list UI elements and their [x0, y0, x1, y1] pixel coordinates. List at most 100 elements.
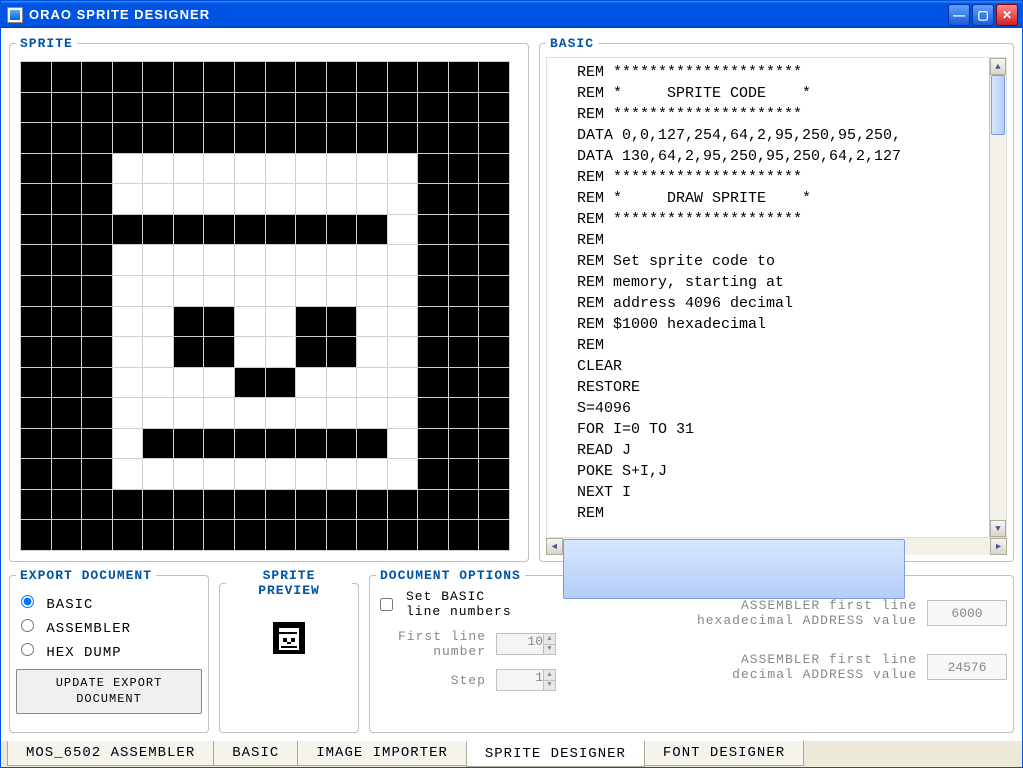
sprite-pixel[interactable]: [357, 337, 388, 368]
basic-code[interactable]: REM ********************* REM * SPRITE C…: [547, 58, 989, 537]
sprite-pixel[interactable]: [204, 337, 235, 368]
sprite-pixel[interactable]: [418, 123, 449, 154]
sprite-pixel[interactable]: [21, 275, 52, 306]
sprite-pixel[interactable]: [173, 459, 204, 490]
sprite-pixel[interactable]: [51, 428, 82, 459]
sprite-pixel[interactable]: [82, 459, 113, 490]
sprite-pixel[interactable]: [21, 489, 52, 520]
sprite-pixel[interactable]: [82, 184, 113, 215]
sprite-pixel[interactable]: [234, 92, 265, 123]
sprite-grid[interactable]: [20, 61, 510, 551]
sprite-pixel[interactable]: [448, 398, 479, 429]
sprite-pixel[interactable]: [479, 337, 510, 368]
sprite-pixel[interactable]: [387, 367, 418, 398]
sprite-pixel[interactable]: [448, 428, 479, 459]
sprite-pixel[interactable]: [265, 62, 296, 93]
sprite-pixel[interactable]: [82, 367, 113, 398]
sprite-pixel[interactable]: [173, 520, 204, 551]
sprite-pixel[interactable]: [326, 367, 357, 398]
sprite-pixel[interactable]: [265, 184, 296, 215]
sprite-pixel[interactable]: [51, 520, 82, 551]
sprite-pixel[interactable]: [143, 489, 174, 520]
scroll-down-icon[interactable]: ▼: [990, 520, 1006, 537]
sprite-pixel[interactable]: [326, 398, 357, 429]
sprite-pixel[interactable]: [82, 214, 113, 245]
sprite-pixel[interactable]: [296, 520, 327, 551]
sprite-pixel[interactable]: [265, 123, 296, 154]
sprite-pixel[interactable]: [82, 153, 113, 184]
sprite-pixel[interactable]: [204, 459, 235, 490]
sprite-pixel[interactable]: [326, 214, 357, 245]
sprite-pixel[interactable]: [326, 306, 357, 337]
sprite-pixel[interactable]: [82, 92, 113, 123]
sprite-pixel[interactable]: [51, 123, 82, 154]
scroll-thumb[interactable]: [991, 75, 1005, 135]
sprite-pixel[interactable]: [21, 306, 52, 337]
sprite-pixel[interactable]: [112, 275, 143, 306]
sprite-pixel[interactable]: [479, 367, 510, 398]
sprite-pixel[interactable]: [204, 92, 235, 123]
sprite-pixel[interactable]: [265, 245, 296, 276]
sprite-pixel[interactable]: [51, 459, 82, 490]
sprite-pixel[interactable]: [51, 153, 82, 184]
sprite-pixel[interactable]: [21, 337, 52, 368]
sprite-pixel[interactable]: [387, 306, 418, 337]
sprite-pixel[interactable]: [326, 428, 357, 459]
sprite-pixel[interactable]: [479, 92, 510, 123]
sprite-pixel[interactable]: [234, 275, 265, 306]
sprite-pixel[interactable]: [418, 428, 449, 459]
close-button[interactable]: ✕: [996, 4, 1018, 26]
sprite-pixel[interactable]: [296, 428, 327, 459]
sprite-pixel[interactable]: [448, 184, 479, 215]
sprite-pixel[interactable]: [143, 337, 174, 368]
tab-sprite-designer[interactable]: SPRITE DESIGNER: [466, 741, 645, 767]
sprite-pixel[interactable]: [296, 459, 327, 490]
sprite-pixel[interactable]: [51, 245, 82, 276]
sprite-pixel[interactable]: [387, 520, 418, 551]
sprite-pixel[interactable]: [173, 489, 204, 520]
sprite-pixel[interactable]: [479, 306, 510, 337]
sprite-pixel[interactable]: [265, 398, 296, 429]
sprite-pixel[interactable]: [387, 62, 418, 93]
sprite-pixel[interactable]: [112, 92, 143, 123]
scroll-up-icon[interactable]: ▲: [990, 58, 1006, 75]
sprite-pixel[interactable]: [387, 398, 418, 429]
radio-basic[interactable]: BASIC: [16, 592, 202, 613]
sprite-pixel[interactable]: [357, 306, 388, 337]
sprite-pixel[interactable]: [357, 123, 388, 154]
sprite-pixel[interactable]: [418, 520, 449, 551]
sprite-pixel[interactable]: [387, 245, 418, 276]
vertical-scrollbar[interactable]: ▲ ▼: [989, 58, 1006, 537]
tab-basic[interactable]: BASIC: [213, 741, 298, 766]
sprite-pixel[interactable]: [204, 398, 235, 429]
sprite-pixel[interactable]: [82, 306, 113, 337]
sprite-pixel[interactable]: [143, 123, 174, 154]
sprite-pixel[interactable]: [479, 275, 510, 306]
sprite-pixel[interactable]: [204, 367, 235, 398]
sprite-pixel[interactable]: [479, 459, 510, 490]
sprite-pixel[interactable]: [112, 337, 143, 368]
sprite-pixel[interactable]: [265, 92, 296, 123]
sprite-pixel[interactable]: [143, 92, 174, 123]
sprite-pixel[interactable]: [296, 245, 327, 276]
sprite-pixel[interactable]: [296, 123, 327, 154]
radio-assembler[interactable]: ASSEMBLER: [16, 616, 202, 637]
sprite-pixel[interactable]: [357, 489, 388, 520]
sprite-pixel[interactable]: [143, 214, 174, 245]
sprite-pixel[interactable]: [82, 428, 113, 459]
sprite-pixel[interactable]: [357, 275, 388, 306]
sprite-pixel[interactable]: [296, 398, 327, 429]
sprite-pixel[interactable]: [21, 245, 52, 276]
sprite-pixel[interactable]: [112, 367, 143, 398]
sprite-pixel[interactable]: [112, 62, 143, 93]
sprite-pixel[interactable]: [418, 214, 449, 245]
sprite-pixel[interactable]: [296, 184, 327, 215]
sprite-pixel[interactable]: [82, 337, 113, 368]
sprite-pixel[interactable]: [357, 62, 388, 93]
sprite-pixel[interactable]: [112, 306, 143, 337]
sprite-pixel[interactable]: [234, 245, 265, 276]
sprite-pixel[interactable]: [234, 459, 265, 490]
sprite-pixel[interactable]: [204, 489, 235, 520]
sprite-pixel[interactable]: [173, 214, 204, 245]
sprite-pixel[interactable]: [418, 337, 449, 368]
